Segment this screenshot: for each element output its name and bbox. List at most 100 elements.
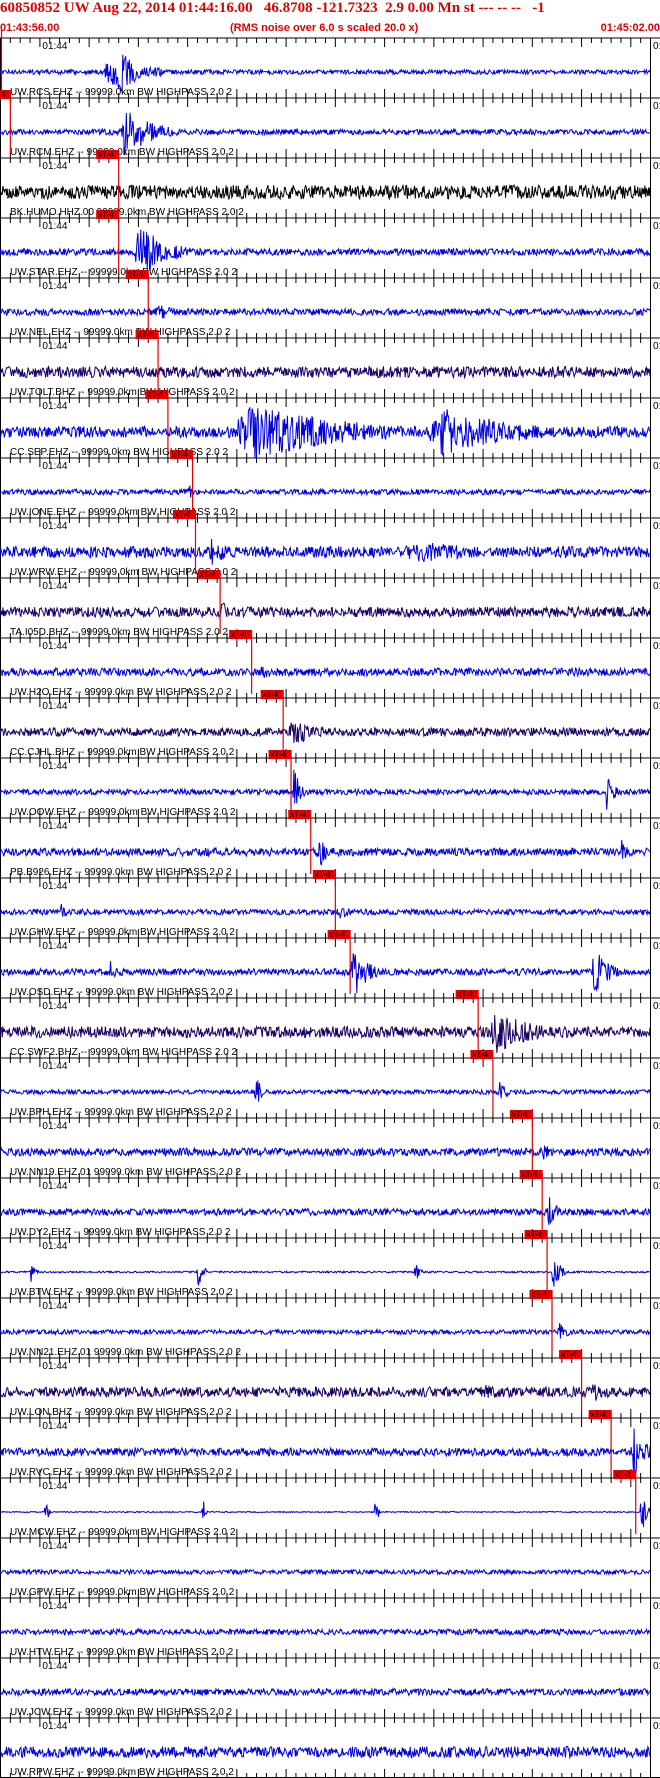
right-edge-label: 01: (653, 1181, 660, 1192)
station-label: UW.RPW.EHZ -- 99999.0km BW HIGHPASS 2.0 … (10, 1767, 234, 1778)
waveform-trace (0, 229, 651, 271)
minute-tick-label: 01:44 (42, 401, 67, 412)
station-label: UW.NN21.EHZ.01 99999.0km BW HIGHPASS 2.0… (10, 1347, 241, 1358)
waveform-trace (0, 538, 651, 565)
waveform-trace (0, 364, 651, 380)
right-edge-label: 01: (653, 401, 660, 412)
right-edge-label: 01: (653, 1301, 660, 1312)
waveform-trace (0, 485, 651, 498)
minute-tick-label: 01:44 (42, 161, 67, 172)
minute-tick-label: 01:44 (42, 1181, 67, 1192)
station-label: UW.NN19.EHZ.01 99999.0km BW HIGHPASS 2.0… (10, 1167, 241, 1178)
minute-tick-label: 01:44 (42, 701, 67, 712)
right-edge-label: 01: (653, 41, 660, 52)
minute-tick-label: 01:44 (42, 1241, 67, 1252)
right-edge-label: 01: (653, 581, 660, 592)
minute-tick-label: 01:44 (42, 581, 67, 592)
minute-tick-label: 01:44 (42, 941, 67, 952)
waveform-trace (0, 1080, 651, 1102)
pick-label: xT-4 (330, 930, 346, 939)
right-edge-label: 01: (653, 1001, 660, 1012)
station-label: UW.RVC.EHZ -- 99999.0km BW HIGHPASS 2.0 … (10, 1467, 232, 1478)
pick-label: xT-4 (200, 570, 216, 579)
minute-tick-label: 01:44 (42, 761, 67, 772)
waveform-trace (0, 305, 651, 319)
station-label: UW.RCS.EHZ -- 99999.0km BW HIGHPASS 2.0 … (10, 87, 233, 98)
waveform-trace (0, 602, 651, 619)
right-edge-label: 01: (653, 881, 660, 892)
station-label: UW.HTW.EHZ -- 99999.0km BW HIGHPASS 2.0 … (10, 1647, 234, 1658)
waveform-trace (0, 839, 651, 866)
pick-label: xT-4 (315, 870, 331, 879)
right-edge-label: 01: (653, 1541, 660, 1552)
waveform-trace (0, 1197, 651, 1225)
right-edge-label: 01: (653, 1061, 660, 1072)
right-edge-label: 01: (653, 1721, 660, 1732)
pick-label: xT-4 (472, 1050, 488, 1059)
minute-tick-label: 01:44 (42, 1601, 67, 1612)
pick-label: xT-4 (458, 990, 474, 999)
minute-tick-label: 01:44 (42, 461, 67, 472)
minute-tick-label: 01:44 (42, 341, 67, 352)
right-edge-label: 01: (653, 341, 660, 352)
station-label: UW.GHW.EHZ -- 99999.0km BW HIGHPASS 2.0 … (10, 927, 235, 938)
minute-tick-label: 01:44 (42, 1361, 67, 1372)
minute-tick-label: 01:44 (42, 1421, 67, 1432)
station-label: CC.SWF2.BHZ -- 99999.0km BW HIGHPASS 2.0… (10, 1047, 238, 1058)
right-edge-label: 01: (653, 161, 660, 172)
right-edge-label: 01: (653, 221, 660, 232)
station-label: UW.DY2.EHZ -- 99999.0km BW HIGHPASS 2.0 … (10, 1227, 231, 1238)
minute-tick-label: 01:44 (42, 221, 67, 232)
waveform-trace (0, 769, 651, 810)
minute-tick-label: 01:44 (42, 1661, 67, 1672)
minute-tick-label: 01:44 (42, 1121, 67, 1132)
waveform-trace (0, 1501, 651, 1528)
station-label: UW.IONE.EHZ -- 99999.0km BW HIGHPASS 2.0… (10, 507, 236, 518)
station-label: UW.OSD.EHZ -- 99999.0km BW HIGHPASS 2.0 … (10, 987, 233, 998)
minute-tick-label: 01:44 (42, 41, 67, 52)
minute-tick-label: 01:44 (42, 1481, 67, 1492)
right-edge-label: 01: (653, 941, 660, 952)
right-edge-label: 01: (653, 761, 660, 772)
right-edge-label: 01: (653, 1481, 660, 1492)
station-label: UW.JCW.EHZ -- 99999.0km BW HIGHPASS 2.0 … (10, 1707, 233, 1718)
minute-tick-label: 01:44 (42, 1001, 67, 1012)
station-label: UW.RCM.EHZ -- 99999.0km BW HIGHPASS 2.0 … (10, 147, 234, 158)
pick-label: xT-4 (128, 270, 144, 279)
seismogram-plot: 01:44 01: UW.RCS.EHZ -- 99999.0km BW HIGHP… (0, 30, 660, 1778)
pick-label: xT-4 (172, 450, 188, 459)
pick-label: xT-4 (271, 750, 287, 759)
station-label: UW.BPH.EHZ -- 99999.0km BW HIGHPASS 2.0 … (10, 1107, 232, 1118)
pick-label: xT-4 (527, 1230, 543, 1239)
station-label: PB.B926.EHZ -- 99999.0km BW HIGHPASS 2.0… (10, 867, 232, 878)
right-edge-label: 01: (653, 1241, 660, 1252)
minute-tick-label: 01:44 (42, 1301, 67, 1312)
station-label: TA.I05D.BHZ -- 99999.0km BW HIGHPASS 2.0… (10, 627, 228, 638)
minute-tick-label: 01:44 (42, 641, 67, 652)
station-label: CC.SEP.EHZ -- 99999.0km BW HIGHPASS 2.0 … (10, 447, 228, 458)
minute-tick-label: 01:44 (42, 1541, 67, 1552)
waveform-trace (0, 1686, 651, 1698)
minute-tick-label: 01:44 (42, 881, 67, 892)
station-label: UW.GPW.EHZ -- 99999.0km BW HIGHPASS 2.0 … (10, 1587, 235, 1598)
right-edge-label: 01: (653, 1121, 660, 1132)
minute-tick-label: 01:44 (42, 101, 67, 112)
waveform-trace (0, 1384, 651, 1401)
station-label: UW.STAR.EHZ -- 99999.0km BW HIGHPASS 2.0… (10, 267, 237, 278)
station-label: UW.OOW.EHZ -- 99999.0km BW HIGHPASS 2.0 … (10, 807, 236, 818)
station-label: UW.NEL.EHZ -- 99999.0km BW HIGHPASS 2.0 … (10, 327, 231, 338)
waveform-trace (0, 1627, 651, 1637)
right-edge-label: 01: (653, 1421, 660, 1432)
pick-label: xT-4 (138, 330, 154, 339)
pick-label: xT-4 (591, 1410, 607, 1419)
minute-tick-label: 01:44 (42, 281, 67, 292)
waveform-trace (0, 1145, 651, 1160)
pick-label: xT-4 (561, 1350, 577, 1359)
waveform-trace (0, 1745, 651, 1760)
right-edge-label: 01: (653, 1661, 660, 1672)
right-edge-label: 01: (653, 1361, 660, 1372)
minute-tick-label: 01:44 (42, 1721, 67, 1732)
station-label: UW.MCW.EHZ -- 99999.0km BW HIGHPASS 2.0 … (10, 1527, 236, 1538)
pick-label: xT-4 (290, 810, 306, 819)
station-label: UW.H2O.EHZ -- 99999.0km BW HIGHPASS 2.0 … (10, 687, 232, 698)
